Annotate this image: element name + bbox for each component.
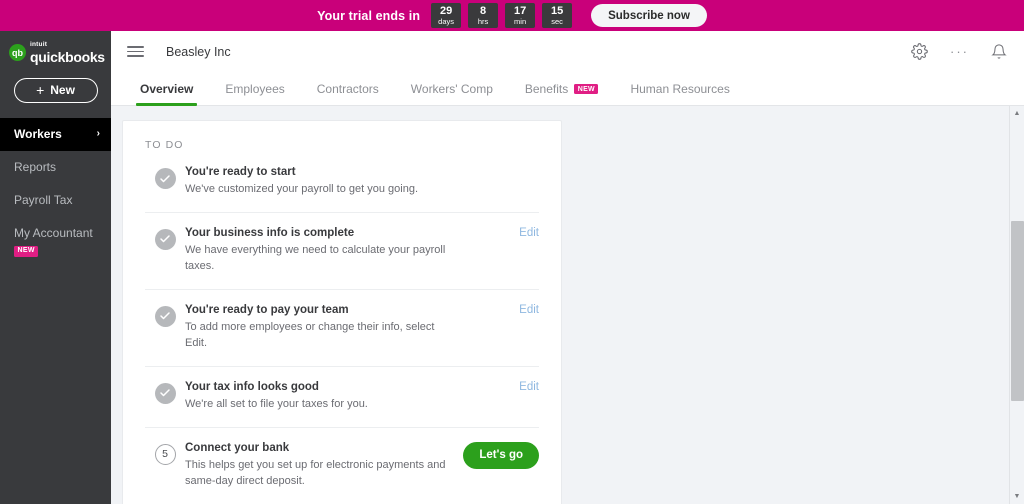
todo-item: Your business info is complete We have ev… (145, 213, 539, 290)
trial-countdown: 29 days 8 hrs 17 min 15 sec (431, 3, 573, 28)
step-number-badge: 5 (154, 443, 176, 465)
check-complete-icon (154, 228, 176, 250)
tab-label: Overview (140, 82, 194, 96)
todo-item-title: You're ready to pay your team (185, 303, 349, 316)
countdown-min: 17 min (505, 3, 536, 28)
chevron-right-icon: › (96, 127, 100, 139)
hamburger-icon[interactable] (127, 43, 144, 60)
scroll-down-arrow-icon[interactable]: ▼ (1010, 489, 1024, 504)
more-options-icon[interactable]: ··· (950, 44, 969, 59)
new-button-label: New (50, 83, 75, 97)
quickbooks-logo[interactable]: qb intuit quickbooks (0, 31, 111, 64)
sidebar-item-label: My Accountant (14, 225, 93, 240)
scrollbar-track[interactable] (1010, 121, 1024, 489)
todo-heading: TO DO (145, 139, 184, 151)
sidebar-item-label: Payroll Tax (14, 192, 73, 207)
new-badge: NEW (14, 245, 39, 258)
todo-item-title: Your tax info looks good (185, 380, 319, 393)
trial-message: Your trial ends in (317, 8, 421, 23)
todo-list: You're ready to start We've customized yo… (145, 160, 539, 504)
sidebar-item-label: Workers (14, 126, 62, 141)
todo-card: TO DO You're ready to start We've customi… (122, 120, 562, 504)
main-tabs: Overview Employees Contractors Workers' Com… (111, 72, 1024, 106)
company-name: Beasley Inc (166, 44, 231, 59)
tab-label: Employees (225, 82, 285, 96)
subscribe-now-button[interactable]: Subscribe now (591, 4, 707, 27)
sidebar-item-reports[interactable]: Reports (0, 151, 111, 184)
todo-item-title: Connect your bank (185, 441, 290, 454)
tab-label: Human Resources (630, 82, 730, 96)
vertical-scrollbar[interactable]: ▲ ▼ (1009, 106, 1024, 504)
todo-item-description: To add more employees or change their in… (185, 320, 435, 349)
tab-human-resources[interactable]: Human Resources (614, 82, 745, 105)
countdown-value: 15 (550, 4, 564, 17)
countdown-unit: min (514, 17, 527, 26)
tab-label: Contractors (316, 82, 379, 96)
check-complete-icon (154, 305, 176, 327)
scroll-up-arrow-icon[interactable]: ▲ (1010, 106, 1024, 121)
plus-icon: + (36, 82, 45, 98)
countdown-value: 8 (480, 4, 487, 17)
tab-contractors[interactable]: Contractors (301, 82, 395, 105)
tab-employees[interactable]: Employees (209, 82, 300, 105)
todo-item-title: You're ready to start (185, 166, 296, 178)
sidebar-item-workers[interactable]: Workers › (0, 117, 111, 151)
sidebar-item-my-accountant[interactable]: My Accountant NEW (0, 217, 111, 267)
todo-item: You're ready to start We've customized yo… (145, 160, 539, 213)
todo-item: You're ready to pay your team To add more… (145, 290, 539, 367)
countdown-unit: days (438, 17, 455, 26)
new-badge: NEW (574, 84, 599, 94)
todo-item-title: Your business info is complete (185, 226, 355, 239)
tab-benefits[interactable]: Benefits NEW (509, 82, 615, 105)
countdown-sec: 15 sec (542, 3, 573, 28)
top-header: Beasley Inc ··· (111, 31, 1024, 72)
tab-label: Benefits (524, 82, 569, 96)
quickbooks-wordmark: quickbooks (30, 48, 105, 65)
countdown-hrs: 8 hrs (468, 3, 499, 28)
intuit-wordmark: intuit (30, 41, 48, 48)
sidebar-nav: Workers › Reports Payroll Tax My Accountant N… (0, 117, 111, 267)
edit-link[interactable]: Edit (519, 304, 539, 316)
todo-item-description: We've customized your payroll to get you… (185, 183, 419, 195)
lets-go-button[interactable]: Let's go (463, 441, 539, 469)
sidebar-item-payroll-tax[interactable]: Payroll Tax (0, 184, 111, 217)
todo-item-description: We're all set to file your taxes for you… (185, 397, 368, 410)
countdown-unit: sec (551, 17, 563, 26)
qb-logo-icon: qb (9, 44, 26, 62)
countdown-value: 29 (439, 4, 453, 17)
scrollbar-thumb[interactable] (1010, 221, 1024, 401)
sidebar-item-label: Reports (14, 159, 57, 174)
sidebar: qb intuit quickbooks + New Workers › Repor… (0, 31, 111, 504)
todo-item: Your tax info looks good We're all set to… (145, 367, 539, 428)
tab-overview[interactable]: Overview (124, 82, 209, 106)
countdown-value: 17 (513, 4, 527, 17)
tab-label: Workers' Comp (410, 82, 493, 96)
check-complete-icon (154, 382, 176, 404)
app-root: Your trial ends in 29 days 8 hrs 17 min 15 sec … (0, 0, 1024, 504)
trial-banner: Your trial ends in 29 days 8 hrs 17 min 15 sec … (0, 0, 1024, 31)
gear-icon[interactable] (911, 43, 928, 60)
edit-link[interactable]: Edit (519, 381, 539, 393)
tab-workers-comp[interactable]: Workers' Comp (395, 82, 509, 105)
notification-bell-icon[interactable] (991, 43, 1007, 60)
todo-item: 5 Connect your bank This helps get you set… (145, 428, 539, 504)
countdown-days: 29 days (431, 3, 462, 28)
content-area: TO DO You're ready to start We've customi… (111, 106, 1024, 504)
edit-link[interactable]: Edit (519, 227, 539, 239)
todo-item-description: This helps get you set up for electronic… (185, 458, 446, 487)
countdown-unit: hrs (477, 17, 489, 26)
todo-item-description: We have everything we need to calculate … (185, 243, 446, 272)
new-button[interactable]: + New (13, 77, 98, 103)
check-complete-icon (154, 168, 176, 189)
